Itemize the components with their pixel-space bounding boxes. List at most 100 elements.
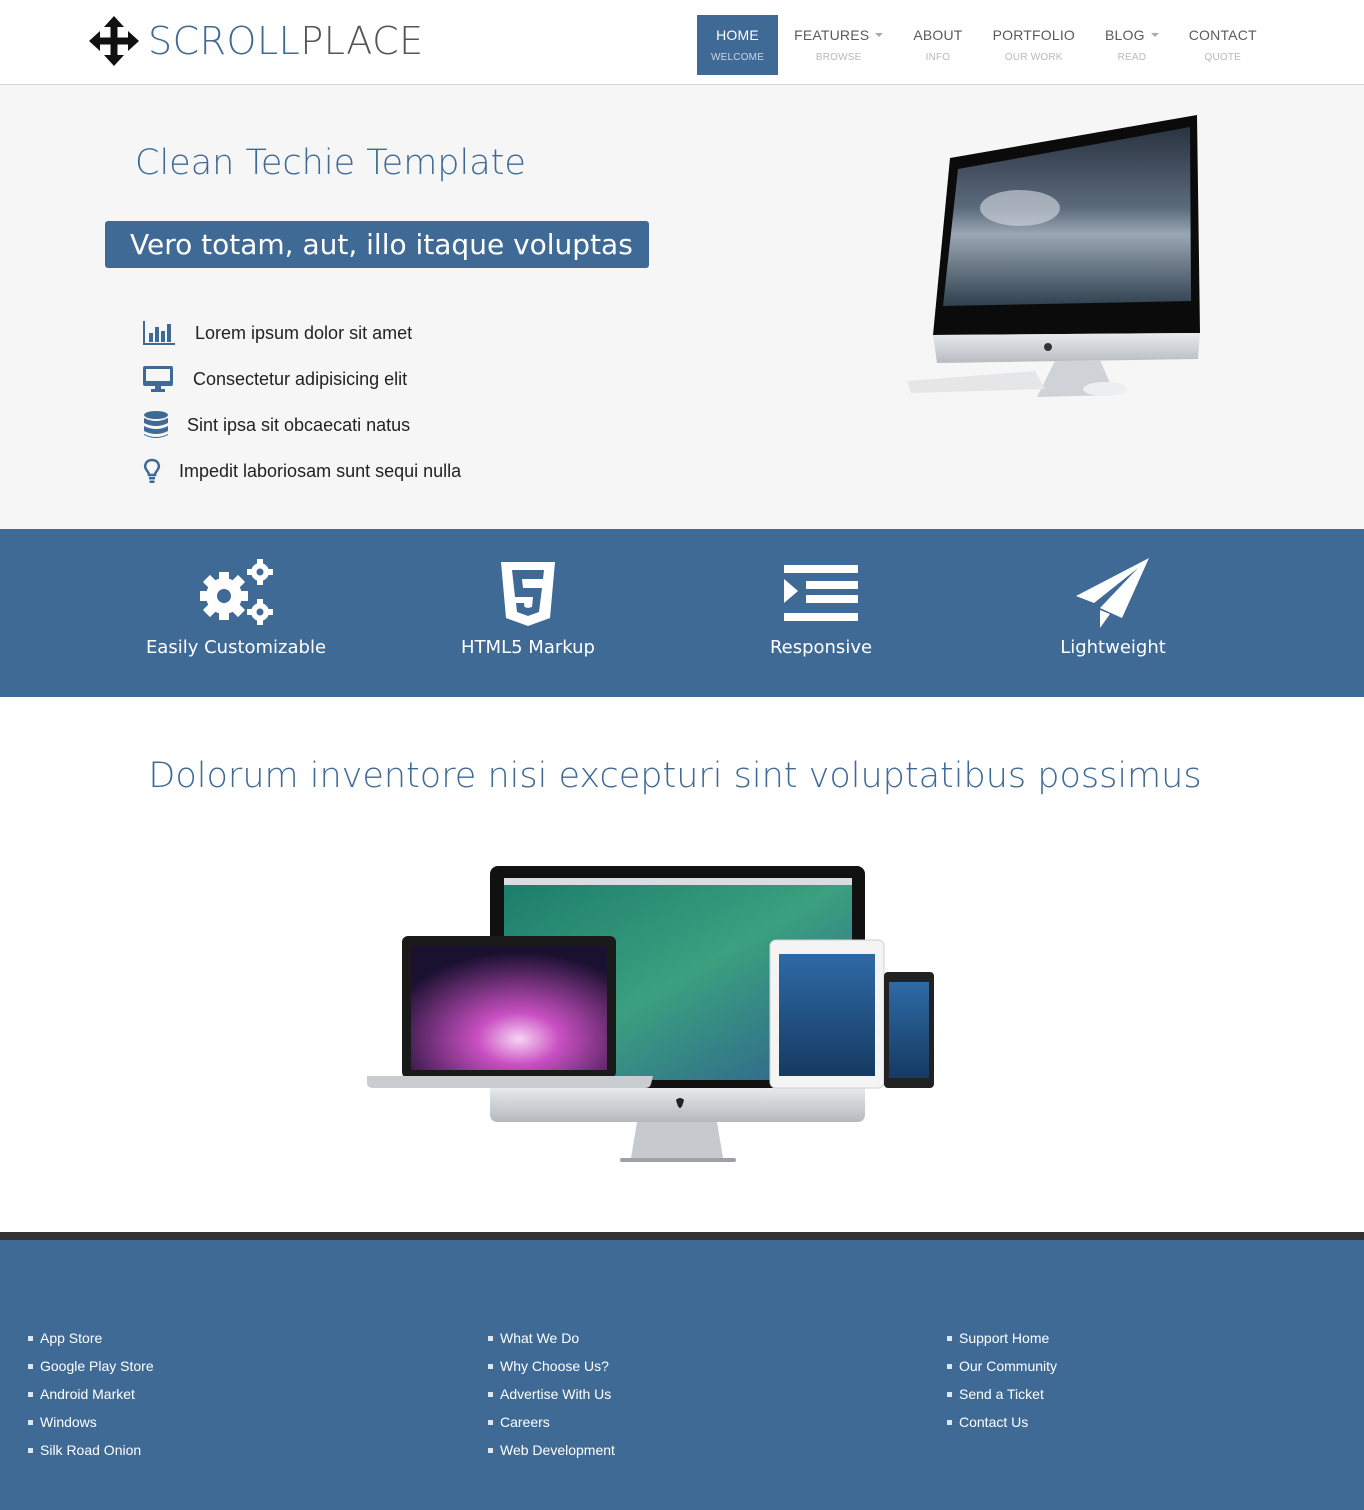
footer-link[interactable]: Web Development (488, 1436, 615, 1464)
footer-link[interactable]: Support Home (947, 1324, 1057, 1352)
indent-icon (784, 557, 858, 631)
footer-link-text: What We Do (500, 1330, 580, 1346)
bar-chart-icon (143, 321, 179, 345)
footer-link-text: Our Community (959, 1358, 1058, 1374)
list-item-text: Sint ipsa sit obcaecati natus (187, 414, 411, 435)
list-item: Lorem ipsum dolor sit amet (143, 310, 461, 356)
footer-link-text: App Store (40, 1330, 103, 1346)
square-bullet-icon (28, 1335, 33, 1341)
feature-lightweight: Lightweight (1003, 529, 1223, 697)
footer-link-text: Careers (500, 1414, 550, 1430)
feature-label: Responsive (769, 637, 873, 658)
hero-feature-list: Lorem ipsum dolor sit amet Consectetur a… (143, 310, 461, 494)
footer-link[interactable]: App Store (28, 1324, 154, 1352)
footer-column-2: What We Do Why Choose Us? Advertise With… (488, 1324, 615, 1464)
square-bullet-icon (28, 1419, 33, 1425)
nav-sublabel: WELCOME (711, 52, 765, 63)
footer-link-text: Android Market (40, 1386, 135, 1402)
footer-link[interactable]: Google Play Store (28, 1352, 154, 1380)
site-footer: App Store Google Play Store Android Mark… (0, 1240, 1364, 1510)
square-bullet-icon (28, 1363, 33, 1369)
nav-label: CONTACT (1188, 27, 1257, 43)
footer-link[interactable]: Contact Us (947, 1408, 1057, 1436)
nav-sublabel: BROWSE (815, 52, 862, 63)
footer-link-text: Silk Road Onion (40, 1442, 142, 1458)
feature-label: HTML5 Markup (461, 637, 595, 658)
feature-label: Easily Customizable (145, 637, 327, 658)
list-item: Sint ipsa sit obcaecati natus (143, 402, 461, 448)
hero-section: Clean Techie Template Vero totam, aut, i… (0, 85, 1364, 529)
nav-sublabel: OUR WORK (1004, 52, 1063, 63)
footer-link[interactable]: What We Do (488, 1324, 615, 1352)
footer-link[interactable]: Silk Road Onion (28, 1436, 154, 1464)
nav-sublabel: INFO (925, 52, 951, 63)
footer-link[interactable]: Careers (488, 1408, 615, 1436)
brand-name-part1: SCROLL (148, 19, 301, 63)
feature-label: Lightweight (1060, 637, 1166, 658)
footer-link[interactable]: Windows (28, 1408, 154, 1436)
footer-link[interactable]: Advertise With Us (488, 1380, 615, 1408)
main-nav: HOME WELCOME FEATURES BROWSE ABOUT INFO … (697, 15, 1273, 75)
brand-name: SCROLLPLACE (148, 19, 424, 63)
footer-link-text: Support Home (959, 1330, 1050, 1346)
nav-item-portfolio[interactable]: PORTFOLIO OUR WORK (979, 15, 1089, 75)
move-arrows-icon (89, 16, 139, 66)
caret-down-icon (875, 33, 884, 37)
footer-link[interactable]: Send a Ticket (947, 1380, 1057, 1408)
square-bullet-icon (947, 1419, 952, 1425)
feature-responsive: Responsive (711, 529, 931, 697)
feature-html5: HTML5 Markup (418, 529, 638, 697)
hero-tagline: Vero totam, aut, illo itaque voluptas (105, 221, 649, 268)
footer-link-text: Send a Ticket (959, 1386, 1044, 1402)
square-bullet-icon (488, 1363, 493, 1369)
nav-item-blog[interactable]: BLOG READ (1091, 15, 1173, 75)
brand-name-part2: PLACE (300, 19, 424, 63)
footer-column-1: App Store Google Play Store Android Mark… (28, 1324, 154, 1464)
nav-item-features[interactable]: FEATURES BROWSE (780, 15, 897, 75)
nav-label-text: FEATURES (794, 27, 870, 43)
desktop-icon (143, 366, 179, 392)
hero-title: Clean Techie Template (135, 143, 526, 183)
site-logo[interactable]: SCROLLPLACE (88, 14, 424, 68)
footer-link[interactable]: Android Market (28, 1380, 154, 1408)
site-header: SCROLLPLACE HOME WELCOME FEATURES BROWSE… (0, 0, 1364, 85)
list-item: Impedit laboriosam sunt sequi nulla (143, 448, 461, 494)
list-item-text: Consectetur adipisicing elit (193, 368, 408, 389)
imac-image (907, 115, 1200, 397)
lightbulb-icon (143, 458, 179, 484)
nav-label: BLOG (1105, 27, 1159, 43)
list-item: Consectetur adipisicing elit (143, 356, 461, 402)
features-band: Easily Customizable HTML5 Markup Respons… (0, 529, 1364, 697)
nav-item-home[interactable]: HOME WELCOME (697, 15, 779, 75)
devices-image (367, 866, 934, 1162)
square-bullet-icon (488, 1335, 493, 1341)
square-bullet-icon (488, 1447, 493, 1453)
square-bullet-icon (947, 1335, 952, 1341)
nav-label: PORTFOLIO (992, 27, 1076, 43)
footer-link-text: Google Play Store (40, 1358, 154, 1374)
list-item-text: Lorem ipsum dolor sit amet (195, 322, 413, 343)
section-title: Dolorum inventore nisi excepturi sint vo… (148, 756, 1202, 796)
square-bullet-icon (28, 1447, 33, 1453)
nav-label: FEATURES (794, 27, 884, 43)
caret-down-icon (1150, 33, 1159, 37)
footer-link-text: Advertise With Us (500, 1386, 612, 1402)
list-item-text: Impedit laboriosam sunt sequi nulla (179, 460, 462, 481)
footer-link[interactable]: Why Choose Us? (488, 1352, 615, 1380)
footer-link-text: Web Development (500, 1442, 615, 1458)
html5-icon (499, 557, 557, 631)
nav-label: HOME (716, 27, 759, 43)
gears-icon (196, 557, 276, 631)
square-bullet-icon (488, 1391, 493, 1397)
nav-item-about[interactable]: ABOUT INFO (899, 15, 976, 75)
nav-sublabel: READ (1117, 52, 1147, 63)
footer-link[interactable]: Our Community (947, 1352, 1057, 1380)
nav-sublabel: QUOTE (1204, 52, 1242, 63)
footer-divider (0, 1232, 1364, 1240)
feature-customizable: Easily Customizable (126, 529, 346, 697)
footer-link-text: Why Choose Us? (500, 1358, 609, 1374)
nav-label: ABOUT (913, 27, 963, 43)
nav-item-contact[interactable]: CONTACT QUOTE (1175, 15, 1271, 75)
square-bullet-icon (488, 1419, 493, 1425)
square-bullet-icon (947, 1391, 952, 1397)
